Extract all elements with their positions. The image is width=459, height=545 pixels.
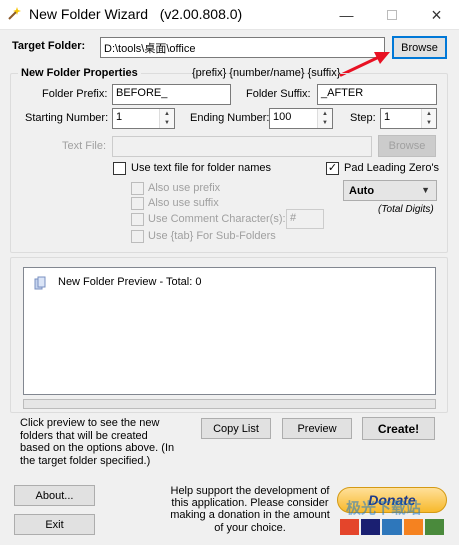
starting-number-label: Starting Number: xyxy=(25,112,109,124)
maximize-icon xyxy=(386,10,397,20)
pattern-text: {prefix} {number/name} {suffix} xyxy=(192,67,341,79)
tab-subfolder-label: Use {tab} For Sub-Folders xyxy=(148,230,276,242)
ending-number-value[interactable]: 100 xyxy=(270,109,317,128)
total-digits-dropdown[interactable]: Auto ▼ xyxy=(343,180,437,201)
spin-up-icon[interactable]: ▲ xyxy=(422,109,436,119)
step-value[interactable]: 1 xyxy=(381,109,421,128)
folder-icon xyxy=(33,276,47,293)
text-file-browse-button[interactable]: Browse xyxy=(378,135,436,157)
folder-prefix-label: Folder Prefix: xyxy=(42,88,108,100)
close-icon: × xyxy=(431,4,442,25)
ending-number-label: Ending Number: xyxy=(190,112,270,124)
spin-down-icon[interactable]: ▼ xyxy=(160,118,174,128)
step-stepper[interactable]: 1 ▲ ▼ xyxy=(380,108,437,129)
preview-help-text: Click preview to see the new folders tha… xyxy=(20,417,175,467)
also-prefix-checkbox[interactable] xyxy=(131,182,144,195)
folder-suffix-input[interactable]: _AFTER xyxy=(317,84,437,105)
preview-total-text: New Folder Preview - Total: 0 xyxy=(58,276,202,288)
about-button[interactable]: About... xyxy=(14,485,95,506)
amex-icon xyxy=(382,519,402,535)
visa-icon xyxy=(361,519,381,535)
spin-up-icon[interactable]: ▲ xyxy=(318,109,332,119)
starting-number-stepper[interactable]: 1 ▲ ▼ xyxy=(112,108,175,129)
pad-zeros-checkbox[interactable]: ✓ xyxy=(326,162,339,175)
spin-down-icon[interactable]: ▼ xyxy=(422,118,436,128)
comment-char-input[interactable]: # xyxy=(286,209,324,229)
starting-number-value[interactable]: 1 xyxy=(113,109,159,128)
text-file-label: Text File: xyxy=(62,140,107,152)
bank-icon xyxy=(424,519,445,535)
text-file-input[interactable] xyxy=(112,136,372,157)
chevron-down-icon: ▼ xyxy=(421,185,430,195)
watermark-text: 极光下载站 xyxy=(346,500,422,517)
window-title: New Folder Wizard (v2.00.808.0) xyxy=(29,6,243,22)
progress-bar xyxy=(23,399,436,409)
use-text-file-label: Use text file for folder names xyxy=(131,162,272,174)
donate-button[interactable]: Donate 极光下载站 xyxy=(334,487,450,539)
discover-icon xyxy=(403,519,423,535)
minimize-button[interactable]: — xyxy=(324,0,369,30)
target-folder-label: Target Folder: xyxy=(12,40,86,52)
payment-cards xyxy=(340,519,445,535)
wand-icon xyxy=(6,6,22,22)
comment-char-label: Use Comment Character(s): xyxy=(148,213,286,225)
comment-char-checkbox[interactable] xyxy=(131,213,144,226)
donate-text: Help support the development of this app… xyxy=(170,485,330,534)
ending-number-stepper[interactable]: 100 ▲ ▼ xyxy=(269,108,333,129)
mastercard-icon xyxy=(340,519,360,535)
folder-prefix-input[interactable]: BEFORE_ xyxy=(112,84,231,105)
preview-list[interactable]: New Folder Preview - Total: 0 xyxy=(23,267,436,395)
maximize-button[interactable] xyxy=(369,0,414,30)
exit-button[interactable]: Exit xyxy=(14,514,95,535)
step-label: Step: xyxy=(350,112,376,124)
pad-zeros-label: Pad Leading Zero's xyxy=(344,162,440,174)
spin-down-icon[interactable]: ▼ xyxy=(318,118,332,128)
copy-list-button[interactable]: Copy List xyxy=(201,418,271,439)
also-suffix-label: Also use suffix xyxy=(148,197,219,209)
total-digits-caption: (Total Digits) xyxy=(378,204,434,215)
folder-suffix-label: Folder Suffix: xyxy=(246,88,311,100)
tab-subfolder-checkbox[interactable] xyxy=(131,230,144,243)
create-button[interactable]: Create! xyxy=(362,417,435,440)
check-icon: ✓ xyxy=(327,162,338,174)
properties-group-label: New Folder Properties xyxy=(18,67,141,79)
spin-up-icon[interactable]: ▲ xyxy=(160,109,174,119)
also-suffix-checkbox[interactable] xyxy=(131,197,144,210)
close-button[interactable]: × xyxy=(414,0,459,30)
total-digits-value: Auto xyxy=(349,184,375,197)
preview-button[interactable]: Preview xyxy=(282,418,352,439)
target-browse-button[interactable]: Browse xyxy=(392,36,447,59)
use-text-file-checkbox[interactable] xyxy=(113,162,126,175)
also-prefix-label: Also use prefix xyxy=(148,182,221,194)
minimize-icon: — xyxy=(339,7,354,23)
